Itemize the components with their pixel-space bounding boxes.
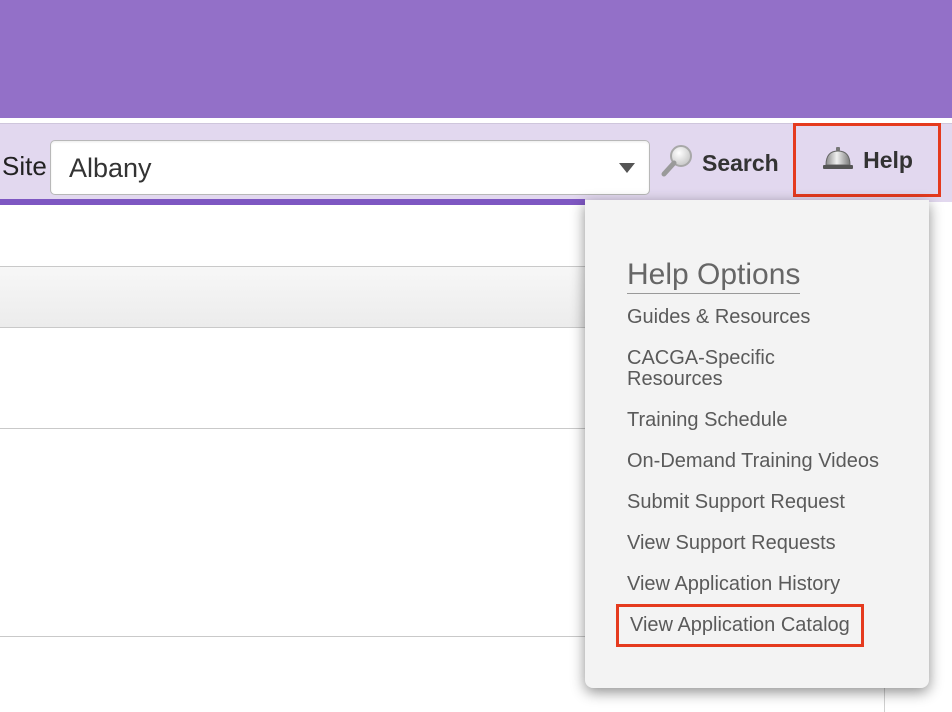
help-item-submit-support-request[interactable]: Submit Support Request <box>627 492 845 513</box>
help-options-dropdown: Help Options Guides & Resources CACGA-Sp… <box>585 200 929 688</box>
help-item-training-schedule[interactable]: Training Schedule <box>627 410 787 431</box>
toolbar-underline <box>0 199 585 205</box>
content-divider <box>0 636 600 637</box>
content-row <box>0 266 600 328</box>
help-options-title: Help Options <box>627 258 801 294</box>
search-label: Search <box>702 149 779 176</box>
search-button[interactable]: Search <box>660 143 779 183</box>
help-button[interactable]: Help <box>793 123 941 197</box>
content-divider <box>0 428 600 429</box>
site-label: Site <box>2 151 47 181</box>
magnifier-icon <box>660 143 696 184</box>
site-select[interactable]: Albany <box>50 140 650 195</box>
help-item-on-demand-training-videos[interactable]: On-Demand Training Videos <box>627 451 879 472</box>
help-label: Help <box>863 146 913 173</box>
help-item-view-application-history[interactable]: View Application History <box>627 574 840 595</box>
site-select-value: Albany <box>69 153 152 183</box>
help-item-view-application-catalog[interactable]: View Application Catalog <box>616 604 864 647</box>
help-item-guides-resources[interactable]: Guides & Resources <box>627 307 810 328</box>
page: Site Albany Search Help Help Options Gui… <box>0 0 952 712</box>
help-item-cacga-specific-resources[interactable]: CACGA-Specific Resources <box>627 348 837 390</box>
chevron-down-icon <box>619 163 635 173</box>
bell-icon <box>821 144 855 177</box>
help-item-view-support-requests[interactable]: View Support Requests <box>627 533 836 554</box>
top-banner <box>0 0 952 118</box>
